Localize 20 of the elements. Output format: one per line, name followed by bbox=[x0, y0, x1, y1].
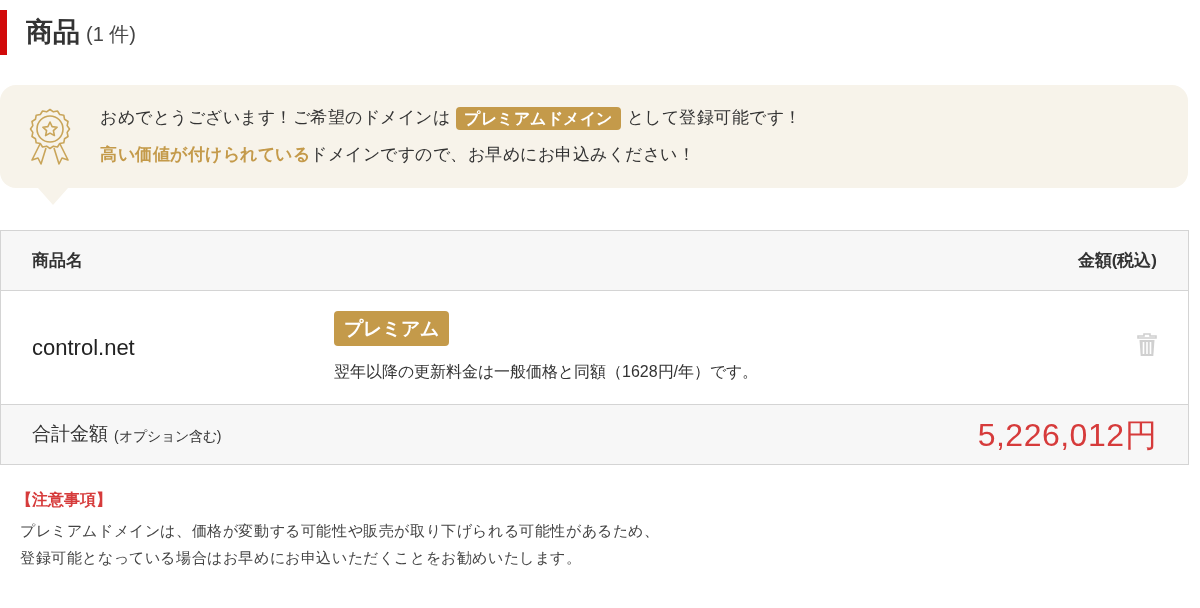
notice-text: として登録可能です！ bbox=[626, 107, 802, 130]
notice-text: おめでとうございます！ご希望のドメインは bbox=[100, 107, 450, 130]
total-amount: 5,226,012円 bbox=[977, 415, 1157, 455]
premium-domain-tag: プレミアムドメイン bbox=[456, 106, 621, 130]
total-label: 合計金額 bbox=[32, 422, 108, 447]
trash-icon[interactable] bbox=[1137, 332, 1157, 357]
domain-name: control.net bbox=[32, 334, 135, 362]
notice-text: 高い価値が付けられているドメインですので、お早めにお申込みください！ bbox=[100, 144, 695, 167]
notes-title: 【注意事項】 bbox=[16, 490, 112, 510]
premium-tag: プレミアム bbox=[334, 311, 449, 346]
rosette-star-icon bbox=[28, 107, 72, 166]
heading-accent-bar bbox=[0, 10, 7, 55]
section-title: 商品 bbox=[26, 19, 80, 46]
item-count: (1 件) bbox=[86, 23, 136, 44]
renewal-note: 翌年以降の更新料金は一般価格と同額（1628円/年）です。 bbox=[334, 362, 759, 382]
notes-text: 登録可能となっている場合はお早めにお申込いただくことをお勧めいたします。 bbox=[20, 548, 582, 568]
column-header: 金額(税込) bbox=[1077, 249, 1157, 272]
column-header: 商品名 bbox=[32, 249, 83, 272]
notes-text: プレミアムドメインは、価格が変動する可能性や販売が取り下げられる可能性があるため、 bbox=[20, 521, 660, 541]
total-note: (オプション含む) bbox=[114, 426, 222, 446]
